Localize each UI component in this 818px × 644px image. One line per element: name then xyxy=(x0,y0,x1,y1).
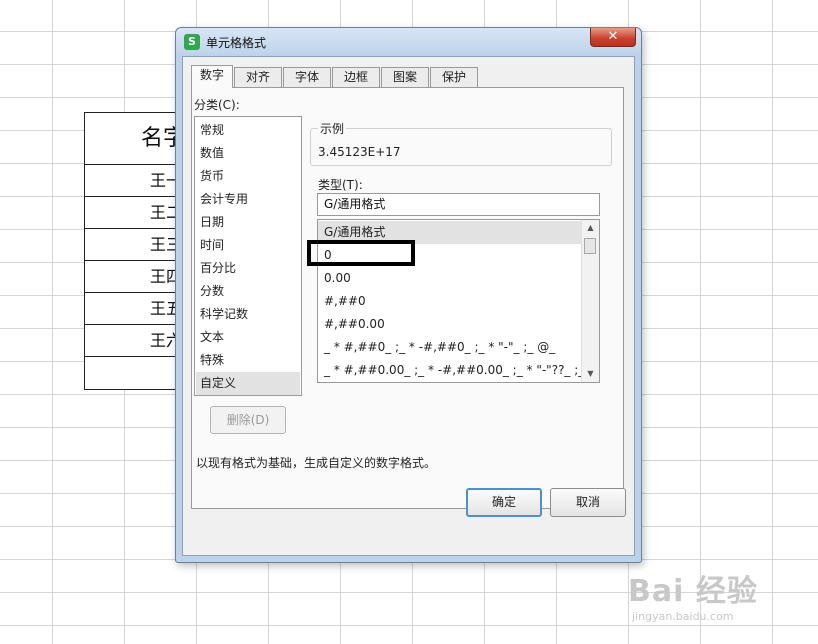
wps-app-icon: S xyxy=(184,34,200,50)
category-item-number[interactable]: 数值 xyxy=(196,142,300,165)
format-item-general[interactable]: G/通用格式 xyxy=(318,221,582,244)
category-item-time[interactable]: 时间 xyxy=(196,234,300,257)
close-button[interactable]: ✕ xyxy=(590,28,636,47)
dialog-titlebar[interactable]: S 单元格格式 ✕ xyxy=(176,28,641,56)
format-item-zero-decimal[interactable]: 0.00 xyxy=(318,267,582,290)
category-item-text[interactable]: 文本 xyxy=(196,326,300,349)
scroll-thumb[interactable] xyxy=(584,238,596,254)
dialog-title: 单元格格式 xyxy=(206,36,267,50)
close-icon: ✕ xyxy=(607,29,619,44)
format-item-thousands[interactable]: #,##0 xyxy=(318,290,582,313)
format-item-thousands-decimal[interactable]: #,##0.00 xyxy=(318,313,582,336)
format-list-scrollbar[interactable]: ▲ ▼ xyxy=(581,220,599,382)
type-label: 类型(T): xyxy=(318,178,363,192)
category-list[interactable]: 常规 数值 货币 会计专用 日期 时间 百分比 分数 科学记数 文本 特殊 自定… xyxy=(194,116,302,396)
category-item-special[interactable]: 特殊 xyxy=(196,349,300,372)
tab-alignment[interactable]: 对齐 xyxy=(234,67,282,87)
category-item-fraction[interactable]: 分数 xyxy=(196,280,300,303)
watermark-url: jingyan.baidu.com xyxy=(632,610,734,623)
category-item-scientific[interactable]: 科学记数 xyxy=(196,303,300,326)
category-item-date[interactable]: 日期 xyxy=(196,211,300,234)
ok-button[interactable]: 确定 xyxy=(466,488,542,517)
type-input[interactable]: G/通用格式 xyxy=(317,193,600,216)
cancel-button[interactable]: 取消 xyxy=(550,488,626,517)
delete-button[interactable]: 删除(D) xyxy=(210,406,286,434)
format-item-accounting-decimal[interactable]: _ * #,##0.00_ ;_ * -#,##0.00_ ;_ * "-"??… xyxy=(318,359,582,382)
category-item-percentage[interactable]: 百分比 xyxy=(196,257,300,280)
category-label: 分类(C): xyxy=(194,98,240,112)
watermark-logo: Bai 经验 xyxy=(628,574,758,609)
category-item-general[interactable]: 常规 xyxy=(196,119,300,142)
scroll-up-arrow-icon[interactable]: ▲ xyxy=(582,220,599,236)
tab-number[interactable]: 数字 xyxy=(191,65,233,88)
tab-font[interactable]: 字体 xyxy=(283,67,331,87)
baidu-jingyan-watermark: Bai 经验 jingyan.baidu.com xyxy=(628,566,804,636)
tab-protection[interactable]: 保护 xyxy=(430,67,478,87)
scroll-down-arrow-icon[interactable]: ▼ xyxy=(582,366,599,382)
category-item-custom[interactable]: 自定义 xyxy=(196,372,300,395)
tab-pattern[interactable]: 图案 xyxy=(381,67,429,87)
category-item-accounting[interactable]: 会计专用 xyxy=(196,188,300,211)
number-tab-panel: 分类(C): 常规 数值 货币 会计专用 日期 时间 百分比 分数 科学记数 文… xyxy=(191,87,624,509)
format-item-accounting[interactable]: _ * #,##0_ ;_ * -#,##0_ ;_ * "-"_ ;_ @_ xyxy=(318,336,582,359)
sample-label: 示例 xyxy=(318,120,347,137)
category-item-currency[interactable]: 货币 xyxy=(196,165,300,188)
format-type-list[interactable]: G/通用格式 0 0.00 #,##0 #,##0.00 _ * #,##0_ … xyxy=(317,219,600,383)
format-cells-dialog: S 单元格格式 ✕ 数字 对齐 字体 边框 图案 保护 分类(C): 常规 数值… xyxy=(175,27,642,563)
custom-format-description: 以现有格式为基础，生成自定义的数字格式。 xyxy=(196,456,437,470)
dialog-body: 数字 对齐 字体 边框 图案 保护 分类(C): 常规 数值 货币 会计专用 日… xyxy=(182,56,635,556)
tab-border[interactable]: 边框 xyxy=(332,67,380,87)
format-item-zero[interactable]: 0 xyxy=(318,244,582,267)
sample-value: 3.45123E+17 xyxy=(318,145,401,159)
